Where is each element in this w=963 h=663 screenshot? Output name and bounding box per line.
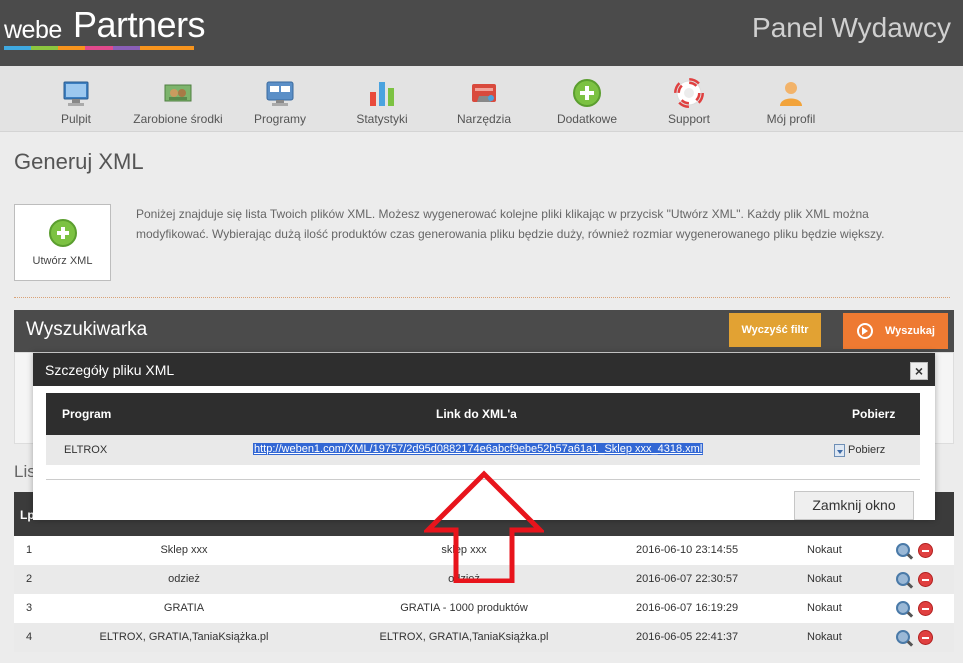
plus-icon xyxy=(48,219,77,247)
plus-circle-icon xyxy=(572,78,602,108)
row-date: 2016-06-07 16:19:29 xyxy=(636,602,739,614)
nav-item-dodatkowe[interactable]: Dodatkowe xyxy=(532,66,642,132)
clear-filter-button[interactable]: Wyczyść filtr xyxy=(729,313,821,347)
logo-stripe-segment xyxy=(31,46,59,50)
create-xml-button[interactable]: Utwórz XML xyxy=(14,204,111,281)
logo-main: Partners xyxy=(73,4,206,45)
nav-label-pulpit: Pulpit xyxy=(60,112,92,126)
modal-table-header: Program Link do XML'a Pobierz xyxy=(46,393,920,435)
nav-label-dodatkowe: Dodatkowe xyxy=(556,112,618,126)
programs-icon xyxy=(265,78,295,108)
money-icon xyxy=(163,78,193,108)
nav-label-support: Support xyxy=(667,112,711,126)
nav-item-programy[interactable]: Programy xyxy=(225,66,335,132)
logo-stripe-segment xyxy=(58,46,86,50)
nav-label-programy: Programy xyxy=(253,112,306,126)
row-name: GRATIA xyxy=(163,602,205,614)
delete-icon[interactable] xyxy=(918,543,933,558)
program-name: ELTROX xyxy=(64,444,108,456)
column-header-link: Link do XML'a xyxy=(436,407,517,421)
nav-label-moj-profil: Mój profil xyxy=(766,112,816,126)
nav-label-statystyki: Statystyki xyxy=(356,112,408,126)
nav-item-support[interactable]: Support xyxy=(634,66,744,132)
magnifier-icon[interactable] xyxy=(896,572,910,586)
table-row: 3 GRATIA GRATIA - 1000 produktów 2016-06… xyxy=(14,594,954,623)
xml-link[interactable]: http://weben1.com/XML/19757/2d95d0882174… xyxy=(253,443,704,455)
bar-chart-icon xyxy=(367,78,397,108)
logo-color-stripe xyxy=(4,46,194,50)
column-header-download: Pobierz xyxy=(852,407,896,421)
search-button[interactable]: Wyszukaj xyxy=(843,313,948,349)
create-xml-label: Utwórz XML xyxy=(32,255,93,267)
logo-stripe-segment xyxy=(139,46,167,50)
row-name: odzież xyxy=(168,573,200,585)
logo-stripe-segment xyxy=(112,46,140,50)
modal-table-row: ELTROX http://weben1.com/XML/19757/2d95d… xyxy=(46,435,920,465)
top-bar: webe Partners Panel Wydawcy xyxy=(0,0,963,66)
logo-stripe-segment xyxy=(166,46,194,50)
lifebuoy-icon xyxy=(674,78,704,108)
magnifier-icon[interactable] xyxy=(896,630,910,644)
nav-label-zarobione-srodki: Zarobione środki xyxy=(133,112,223,126)
magnifier-icon[interactable] xyxy=(896,601,910,615)
tools-icon xyxy=(469,78,499,108)
arrow-right-icon xyxy=(857,323,873,339)
search-panel-title: Wyszukiwarka xyxy=(26,319,148,340)
logo-prefix: webe xyxy=(4,16,62,44)
page-title: Generuj XML xyxy=(14,149,144,174)
download-link[interactable]: Pobierz xyxy=(848,444,885,456)
modal-title: Szczegóły pliku XML xyxy=(45,362,175,378)
row-date: 2016-06-10 23:14:55 xyxy=(636,544,739,556)
section-divider xyxy=(14,297,950,298)
row-status: Nokaut xyxy=(807,544,842,556)
modal-header: Szczegóły pliku XML × xyxy=(33,353,935,386)
nav-item-moj-profil[interactable]: Mój profil xyxy=(736,66,846,132)
row-lp: 4 xyxy=(26,631,33,643)
row-name: ELTROX, GRATIA,TaniaKsiążka.pl xyxy=(99,631,269,643)
column-header-program: Program xyxy=(62,407,112,421)
search-button-label: Wyszukaj xyxy=(885,325,935,337)
user-icon xyxy=(776,78,806,108)
panel-title: Panel Wydawcy xyxy=(752,12,951,43)
nav-item-zarobione-srodki[interactable]: Zarobione środki xyxy=(123,66,233,132)
row-lp: 3 xyxy=(26,602,33,614)
row-date: 2016-06-07 22:30:57 xyxy=(636,573,739,585)
logo-stripe-segment xyxy=(85,46,113,50)
row-status: Nokaut xyxy=(807,602,842,614)
row-status: Nokaut xyxy=(807,631,842,643)
row-lp: 2 xyxy=(26,573,33,585)
monitor-icon xyxy=(61,78,91,108)
delete-icon[interactable] xyxy=(918,630,933,645)
download-icon[interactable] xyxy=(834,444,845,457)
row-lp: 1 xyxy=(26,544,33,556)
row-description: ELTROX, GRATIA,TaniaKsiążka.pl xyxy=(379,631,549,643)
intro-text: Poniżej znajduje się lista Twoich plików… xyxy=(136,207,885,241)
row-name: Sklep xxx xyxy=(160,544,208,556)
row-date: 2016-06-05 22:41:37 xyxy=(636,631,739,643)
nav-item-narzedzia[interactable]: Narzędzia xyxy=(429,66,539,132)
row-status: Nokaut xyxy=(807,573,842,585)
magnifier-icon[interactable] xyxy=(896,543,910,557)
row-description: GRATIA - 1000 produktów xyxy=(400,602,528,614)
close-window-button[interactable]: Zamknij okno xyxy=(794,491,914,520)
delete-icon[interactable] xyxy=(918,601,933,616)
annotation-arrow-icon xyxy=(424,470,544,583)
close-icon[interactable]: × xyxy=(910,362,928,380)
delete-icon[interactable] xyxy=(918,572,933,587)
nav-label-narzedzia: Narzędzia xyxy=(456,112,512,126)
nav-item-pulpit[interactable]: Pulpit xyxy=(21,66,131,132)
logo-stripe-segment xyxy=(4,46,32,50)
main-navigation: Pulpit Zarobione środki Programy Statyst… xyxy=(0,66,963,132)
nav-item-statystyki[interactable]: Statystyki xyxy=(327,66,437,132)
table-row: 4 ELTROX, GRATIA,TaniaKsiążka.pl ELTROX,… xyxy=(14,623,954,652)
search-panel-header: Wyszukiwarka Wyczyść filtr Wyszukaj xyxy=(14,310,954,352)
